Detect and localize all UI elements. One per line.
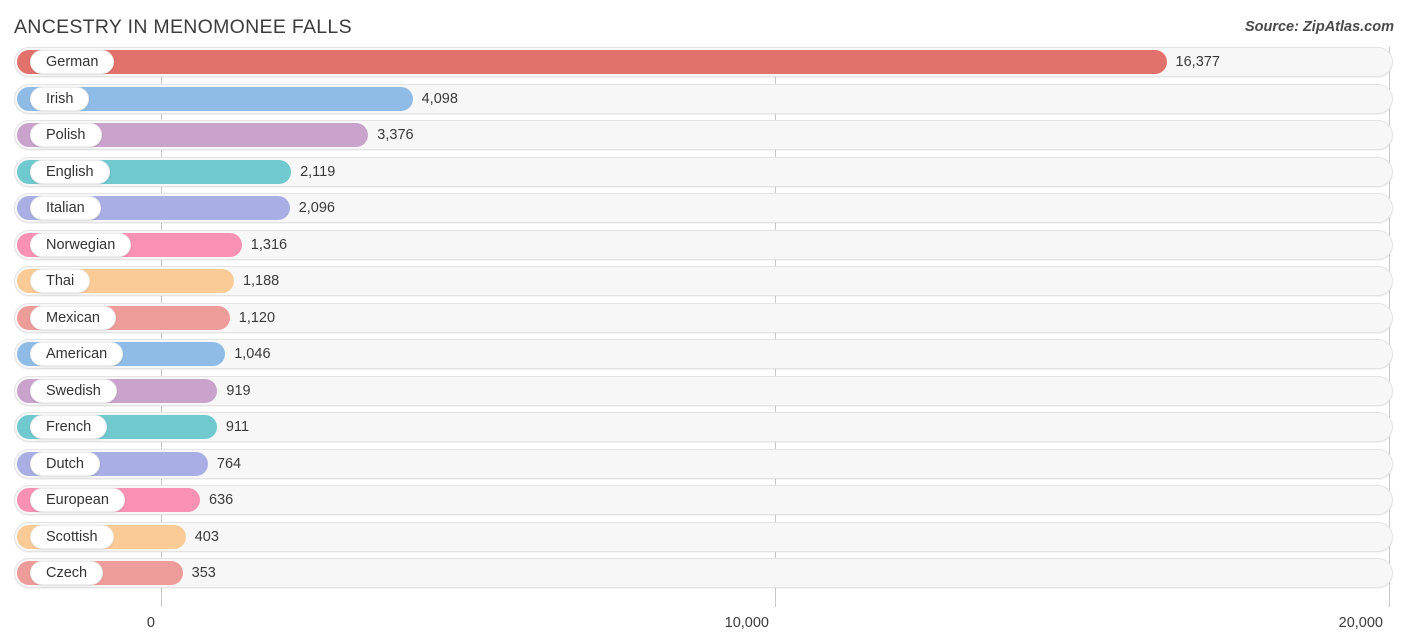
bar-category-label[interactable]: Mexican xyxy=(30,305,116,330)
bar-track xyxy=(14,375,1393,406)
x-axis-tick-label: 20,000 xyxy=(1338,615,1383,631)
bar-track xyxy=(14,558,1393,588)
bar-category-label[interactable]: German xyxy=(30,50,115,74)
bar-category-label[interactable]: French xyxy=(30,415,108,439)
page-title: ANCESTRY IN MENOMONEE FALLS xyxy=(14,16,352,38)
bar-value-label: 1,188 xyxy=(242,273,280,289)
x-axis-tick-label: 10,000 xyxy=(724,615,769,631)
bar-row[interactable]: French 911 xyxy=(0,412,1406,442)
bar-value-label: 1,120 xyxy=(238,309,276,326)
x-axis-tick-label: 0 xyxy=(146,615,155,631)
bar-category-label[interactable]: Swedish xyxy=(30,378,117,403)
bar-category-label[interactable]: Czech xyxy=(30,561,104,585)
bar-category-label[interactable]: Scottish xyxy=(30,524,114,549)
bar-category-label[interactable]: Norwegian xyxy=(30,232,132,257)
bar-row[interactable]: Scottish 403 xyxy=(0,521,1406,552)
bar-value-label: 764 xyxy=(216,455,242,472)
bar-category-label[interactable]: Irish xyxy=(30,86,90,111)
bar-fill xyxy=(17,50,1167,74)
bar-row[interactable]: English 2,119 xyxy=(0,156,1406,187)
bar-row[interactable]: Swedish 919 xyxy=(0,375,1406,406)
bar-category-label[interactable]: Dutch xyxy=(30,451,100,476)
bar-row[interactable]: Dutch 764 xyxy=(0,448,1406,479)
bar-category-label[interactable]: Thai xyxy=(30,269,91,293)
bar-category-label[interactable]: Italian xyxy=(30,196,101,220)
bar-row[interactable]: American 1,046 xyxy=(0,339,1406,369)
bar-row[interactable]: Thai 1,188 xyxy=(0,266,1406,296)
bar-value-label: 2,119 xyxy=(300,163,336,180)
bar-value-label: 16,377 xyxy=(1175,54,1220,70)
bar-value-label: 1,316 xyxy=(250,236,288,253)
bar-value-label: 3,376 xyxy=(377,127,414,143)
bar-track xyxy=(14,521,1393,552)
source-label: Source: ZipAtlas.com xyxy=(1244,19,1394,35)
plot-area: German 16,377 Irish 4,098 Polish 3,376 English… xyxy=(0,47,1406,607)
bar-row[interactable]: Italian 2,096 xyxy=(0,193,1406,223)
bar-row[interactable]: Czech 353 xyxy=(0,558,1406,588)
chart-header: ANCESTRY IN MENOMONEE FALLS Source: ZipA… xyxy=(0,0,1406,47)
bar-value-label: 403 xyxy=(194,528,219,545)
bar-track xyxy=(14,412,1393,442)
bar-rows: German 16,377 Irish 4,098 Polish 3,376 English… xyxy=(0,47,1406,595)
bar-row[interactable]: European 636 xyxy=(0,485,1406,515)
bar-category-label[interactable]: European xyxy=(30,488,125,512)
bar-value-label: 911 xyxy=(225,419,250,435)
x-axis: 0 10,000 20,000 xyxy=(0,607,1406,644)
bar-value-label: 2,096 xyxy=(298,200,335,216)
bar-row[interactable]: Irish 4,098 xyxy=(0,83,1406,114)
bar-value-label: 636 xyxy=(209,492,234,508)
bar-category-label[interactable]: Polish xyxy=(30,123,102,147)
bar-category-label[interactable]: American xyxy=(30,342,124,366)
bar-row[interactable]: Mexican 1,120 xyxy=(0,302,1406,333)
bar-value-label: 4,098 xyxy=(421,90,458,107)
bar-row[interactable]: Polish 3,376 xyxy=(0,120,1406,150)
bar-category-label[interactable]: English xyxy=(30,159,110,184)
bar-value-label: 919 xyxy=(226,382,251,399)
bar-value-label: 353 xyxy=(191,565,216,581)
bar-row[interactable]: German 16,377 xyxy=(0,47,1406,77)
bar-value-label: 1,046 xyxy=(234,346,271,362)
bar-row[interactable]: Norwegian 1,316 xyxy=(0,229,1406,260)
